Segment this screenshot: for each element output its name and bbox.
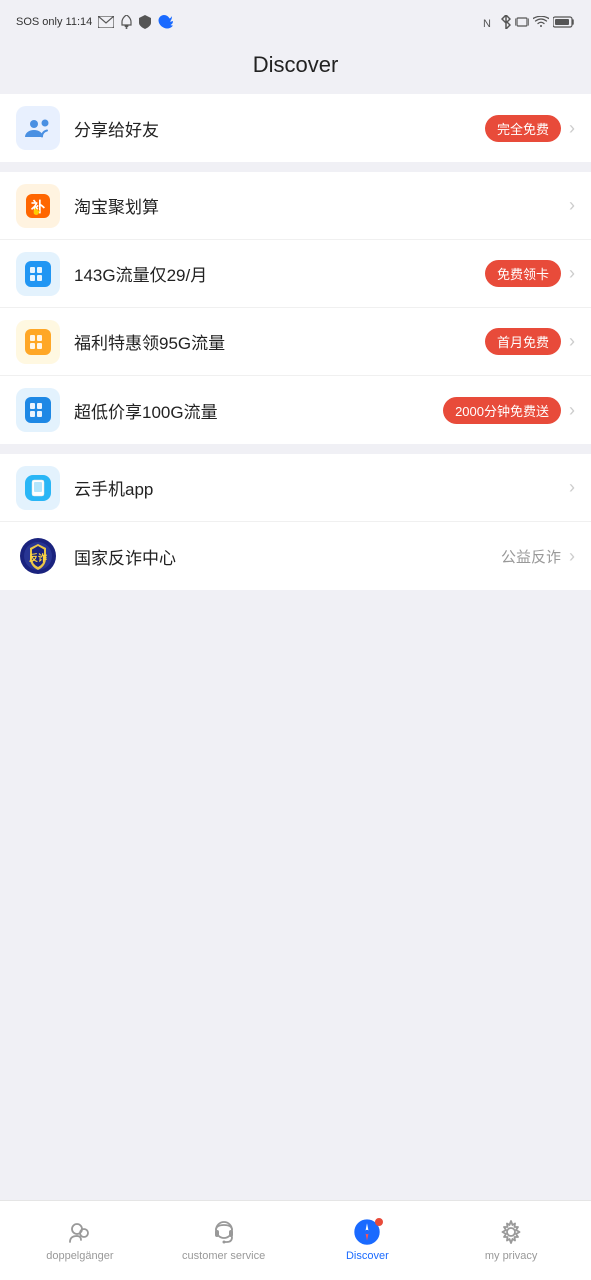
- share-friends-label: 分享给好友: [74, 116, 485, 141]
- wifi-icon: [533, 16, 549, 28]
- mail-icon: [98, 16, 114, 28]
- anti-svg: 反诈: [18, 536, 58, 576]
- bluetooth-icon: [501, 15, 511, 29]
- list-item-cloud-phone[interactable]: 云手机app ›: [0, 454, 591, 522]
- discover-dot: [375, 1218, 383, 1226]
- bird-icon: [157, 15, 173, 29]
- status-left: SOS only 11:14: [16, 15, 173, 29]
- status-bar: SOS only 11:14 N: [0, 0, 591, 40]
- sim2-icon: [16, 320, 60, 364]
- sim95g-badge: 首月免费: [485, 328, 561, 355]
- customer-service-label: customer service: [182, 1250, 265, 1263]
- bell-icon: [120, 15, 133, 29]
- sim95g-chevron: ›: [569, 331, 575, 352]
- list-item-taobao[interactable]: 补 淘宝聚划算 ›: [0, 172, 591, 240]
- content: 分享给好友 完全免费 › 补 淘宝聚划算 ›: [0, 94, 591, 1200]
- cloud-icon: [16, 466, 60, 510]
- list-item-95g[interactable]: 福利特惠领95G流量 首月免费 ›: [0, 308, 591, 376]
- list-item-share-friends[interactable]: 分享给好友 完全免费 ›: [0, 94, 591, 162]
- taobao-svg: 补: [24, 192, 52, 220]
- battery-icon: [553, 16, 575, 28]
- shield-icon: [139, 15, 151, 29]
- status-right: N: [483, 15, 575, 29]
- list-item-100g[interactable]: 超低价享100G流量 2000分钟免费送 ›: [0, 376, 591, 444]
- list-item-anti-fraud[interactable]: 反诈 国家反诈中心 公益反诈 ›: [0, 522, 591, 590]
- anti-icon: 反诈: [16, 534, 60, 578]
- list-item-143g[interactable]: 143G流量仅29/月 免费领卡 ›: [0, 240, 591, 308]
- taobao-chevron: ›: [569, 195, 575, 216]
- bottom-nav: doppelgänger customer service: [0, 1200, 591, 1280]
- svg-text:反诈: 反诈: [29, 552, 47, 563]
- sim1-icon: [16, 252, 60, 296]
- sim143g-label: 143G流量仅29/月: [74, 261, 485, 286]
- sim95g-label: 福利特惠领95G流量: [74, 329, 485, 354]
- status-sos: SOS only 11:14: [16, 16, 92, 28]
- my-privacy-label: my privacy: [485, 1250, 538, 1263]
- gap-1: [0, 162, 591, 172]
- doppelganger-svg: [67, 1219, 93, 1245]
- doppelganger-label: doppelgänger: [46, 1250, 113, 1263]
- cloud-phone-chevron: ›: [569, 477, 575, 498]
- nav-item-my-privacy[interactable]: my privacy: [439, 1201, 583, 1280]
- section-apps: 云手机app › 反诈 国家反诈中心 公益反诈 ›: [0, 454, 591, 590]
- headset-icon: [210, 1218, 238, 1246]
- sim1-svg: [23, 259, 53, 289]
- anti-fraud-chevron: ›: [569, 546, 575, 567]
- sim3-icon: [16, 388, 60, 432]
- compass-icon: [353, 1218, 381, 1246]
- sim100g-badge: 2000分钟免费送: [443, 397, 561, 424]
- nav-item-doppelganger[interactable]: doppelgänger: [8, 1201, 152, 1280]
- sim143g-badge: 免费领卡: [485, 260, 561, 287]
- gear-svg: [498, 1219, 524, 1245]
- taobao-label: 淘宝聚划算: [74, 193, 569, 218]
- taobao-icon: 补: [16, 184, 60, 228]
- nfc-icon: N: [483, 15, 497, 29]
- headset-svg: [211, 1219, 237, 1245]
- share-friends-chevron: ›: [569, 118, 575, 139]
- sim100g-chevron: ›: [569, 400, 575, 421]
- friends-icon: [16, 106, 60, 150]
- svg-text:N: N: [483, 18, 491, 29]
- page-title: Discover: [253, 52, 339, 77]
- cloud-phone-label: 云手机app: [74, 475, 569, 500]
- discover-label: Discover: [346, 1250, 389, 1263]
- nav-item-discover[interactable]: Discover: [296, 1201, 440, 1280]
- nav-item-customer-service[interactable]: customer service: [152, 1201, 296, 1280]
- sim2-svg: [23, 327, 53, 357]
- section-share: 分享给好友 完全免费 ›: [0, 94, 591, 162]
- sim3-svg: [23, 395, 53, 425]
- friends-svg: [25, 117, 51, 139]
- gear-icon: [497, 1218, 525, 1246]
- section-promotions: 补 淘宝聚划算 › 143G流量仅29/月 免费领卡 ›: [0, 172, 591, 444]
- sim143g-chevron: ›: [569, 263, 575, 284]
- page-title-bar: Discover: [0, 40, 591, 94]
- anti-fraud-sub: 公益反诈: [501, 546, 561, 567]
- sim100g-label: 超低价享100G流量: [74, 398, 443, 423]
- gap-2: [0, 444, 591, 454]
- share-friends-badge: 完全免费: [485, 115, 561, 142]
- doppelganger-icon: [66, 1218, 94, 1246]
- vibrate-icon: [515, 15, 529, 29]
- anti-fraud-label: 国家反诈中心: [74, 544, 501, 569]
- cloud-svg: [23, 473, 53, 503]
